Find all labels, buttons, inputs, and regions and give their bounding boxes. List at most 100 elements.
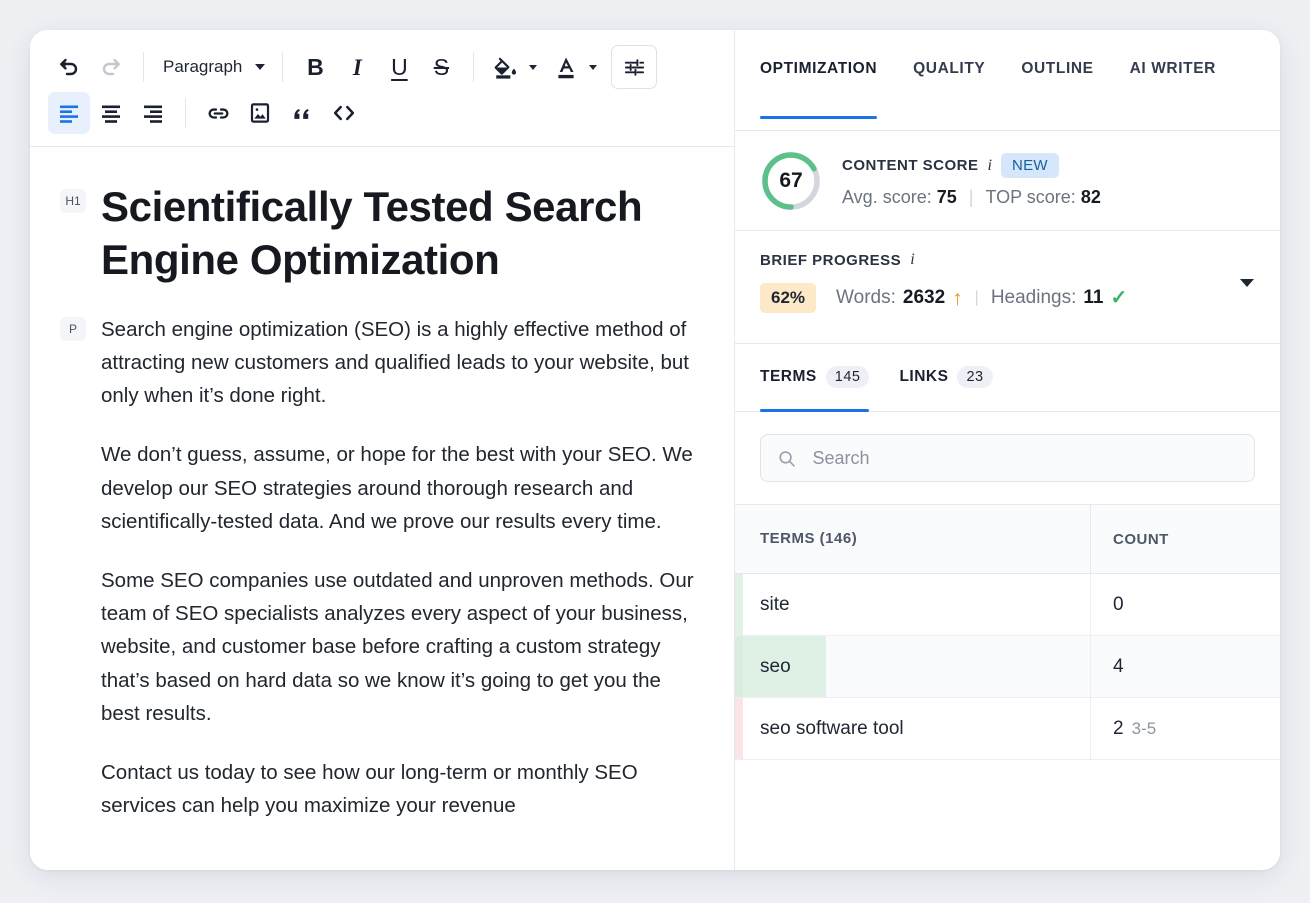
align-center-button[interactable] (90, 92, 132, 134)
toolbar-row-secondary (48, 90, 734, 136)
document-paragraph[interactable]: We don’t guess, assume, or hope for the … (101, 438, 694, 538)
sub-tab-terms-label: TERMS (760, 368, 817, 385)
code-icon (333, 105, 355, 121)
bold-icon: B (307, 53, 324, 80)
panel-tabs: OPTIMIZATION QUALITY OUTLINE AI WRITER (735, 30, 1280, 131)
content-score-header: CONTENT SCORE i NEW (842, 153, 1101, 178)
content-score-value: 67 (779, 168, 803, 192)
terms-column-label: TERMS (146) (760, 530, 858, 547)
sub-tab-terms[interactable]: TERMS 145 (760, 366, 870, 412)
terms-column-header: TERMS (146) (735, 530, 1090, 548)
fill-color-button[interactable] (485, 46, 527, 88)
panel-sub-tabs: TERMS 145 LINKS 23 (735, 344, 1280, 412)
top-score-value: 82 (1080, 187, 1101, 207)
tab-ai-writer[interactable]: AI WRITER (1130, 60, 1216, 118)
tab-optimization[interactable]: OPTIMIZATION (760, 60, 878, 119)
italic-icon: I (352, 54, 362, 80)
search-box[interactable] (760, 434, 1255, 482)
row-status-stripe (735, 698, 743, 759)
count-cell: 0 (1090, 574, 1280, 635)
format-settings-button[interactable] (611, 45, 658, 89)
arrow-up-icon: ↑ (952, 286, 963, 310)
avg-score-value: 75 (936, 187, 957, 207)
sub-tab-links[interactable]: LINKS 23 (899, 366, 993, 411)
strikethrough-button[interactable]: S (420, 46, 462, 88)
table-row[interactable]: site 0 (735, 574, 1280, 636)
paragraph-block[interactable]: P Search engine optimization (SEO) is a … (60, 313, 694, 823)
align-center-icon (102, 105, 120, 123)
stats-divider: | (968, 187, 974, 207)
term-cell: site (743, 574, 1090, 635)
strikethrough-icon: S (433, 53, 450, 80)
term-cell: seo software tool (743, 698, 1090, 759)
headings-label: Headings: (990, 287, 1077, 308)
document-body[interactable]: Search engine optimization (SEO) is a hi… (101, 313, 694, 823)
insert-link-button[interactable] (197, 92, 239, 134)
insert-image-button[interactable] (239, 92, 281, 134)
block-format-select[interactable]: Paragraph (155, 48, 271, 86)
bold-button[interactable]: B (294, 46, 336, 88)
content-score-section: 67 CONTENT SCORE i NEW Avg. score: 75 | … (735, 131, 1280, 231)
term-cell: seo (743, 636, 1090, 697)
link-icon (208, 107, 228, 119)
underline-button[interactable]: U (378, 46, 420, 88)
sub-tab-links-count: 23 (957, 366, 993, 388)
text-color-button[interactable] (545, 46, 587, 88)
document-canvas[interactable]: H1 Scientifically Tested Search Engine O… (30, 147, 734, 870)
terms-search-section (735, 412, 1280, 504)
quote-icon (294, 109, 309, 119)
align-left-button[interactable] (48, 92, 90, 134)
document-paragraph[interactable]: Some SEO companies use outdated and unpr… (101, 564, 694, 730)
italic-button[interactable]: I (336, 46, 378, 88)
content-score-ring: 67 (760, 150, 822, 212)
info-icon[interactable]: i (910, 251, 914, 269)
brief-progress-percent: 62% (760, 283, 817, 313)
text-color-chevron-down-icon[interactable] (589, 64, 598, 70)
fill-color-chevron-down-icon[interactable] (529, 64, 538, 70)
block-type-tag-h1: H1 (60, 189, 86, 213)
content-score-stats: Avg. score: 75 | TOP score: 82 (842, 187, 1101, 208)
brief-progress-label: BRIEF PROGRESS (760, 251, 902, 269)
undo-icon (60, 58, 78, 76)
search-icon (779, 450, 795, 467)
block-format-value: Paragraph (163, 57, 243, 76)
headings-metric: Headings: 11 ✓ (991, 287, 1127, 309)
blockquote-button[interactable] (281, 92, 323, 134)
avg-score-label: Avg. score: (842, 187, 932, 207)
table-row[interactable]: seo 4 (735, 636, 1280, 698)
fill-color-icon (495, 57, 517, 79)
toolbar-divider (282, 52, 284, 82)
words-label: Words: (836, 287, 896, 308)
row-status-stripe (735, 574, 743, 635)
chevron-down-icon (255, 64, 266, 70)
app-window: Paragraph B I U S H1 Scientifically Test… (30, 30, 1280, 870)
align-right-icon (144, 105, 162, 123)
document-paragraph[interactable]: Contact us today to see how our long-ter… (101, 756, 694, 822)
text-color-icon (558, 57, 574, 79)
table-row[interactable]: seo software tool 2 3-5 (735, 698, 1280, 760)
image-icon (250, 103, 270, 123)
tab-outline-label: OUTLINE (1021, 60, 1094, 77)
align-right-button[interactable] (132, 92, 174, 134)
block-type-tag-p: P (60, 316, 86, 341)
document-paragraph[interactable]: Search engine optimization (SEO) is a hi… (101, 313, 694, 413)
undo-button[interactable] (48, 46, 90, 88)
sub-tab-links-label: LINKS (899, 368, 949, 385)
metrics-divider: | (974, 289, 979, 306)
check-icon: ✓ (1110, 287, 1128, 309)
tab-outline[interactable]: OUTLINE (1021, 60, 1093, 118)
document-title[interactable]: Scientifically Tested Search Engine Opti… (101, 181, 661, 287)
redo-button[interactable] (90, 46, 132, 88)
count-value: 0 (1113, 593, 1124, 615)
tab-ai-writer-label: AI WRITER (1129, 60, 1216, 77)
search-input[interactable] (810, 446, 1238, 470)
info-icon[interactable]: i (988, 157, 992, 175)
terms-table-header: TERMS (146) COUNT (735, 504, 1280, 574)
code-block-button[interactable] (323, 92, 365, 134)
brief-progress-expand-chevron-down-icon[interactable] (1240, 279, 1254, 287)
content-score-text: CONTENT SCORE i NEW Avg. score: 75 | TOP… (842, 153, 1101, 208)
toolbar-divider (185, 98, 186, 128)
tab-quality[interactable]: QUALITY (913, 60, 985, 118)
heading-block[interactable]: H1 Scientifically Tested Search Engine O… (60, 181, 694, 287)
brief-progress-header: BRIEF PROGRESS i (760, 251, 1255, 269)
